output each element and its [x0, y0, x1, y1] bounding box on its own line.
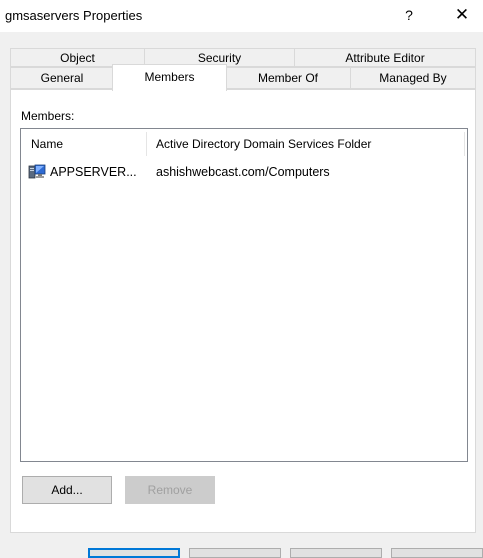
window-title: gmsaservers Properties	[5, 8, 143, 23]
title-bar: gmsaservers Properties ? ✕	[0, 0, 483, 32]
tab-members[interactable]: Members	[112, 64, 227, 91]
members-list[interactable]: Name Active Directory Domain Services Fo…	[20, 128, 468, 462]
help-button[interactable]: ?	[398, 4, 420, 26]
add-button[interactable]: Add...	[22, 476, 112, 504]
ok-button[interactable]	[88, 548, 180, 558]
tab-general[interactable]: General	[10, 67, 114, 89]
apply-button[interactable]	[290, 548, 382, 558]
tab-member-of[interactable]: Member Of	[225, 67, 351, 89]
tab-attribute-editor[interactable]: Attribute Editor	[294, 48, 476, 67]
computer-icon	[27, 163, 47, 181]
help-bottom-button[interactable]	[391, 548, 483, 558]
list-item[interactable]: APPSERVER... ashishwebcast.com/Computers	[21, 163, 467, 181]
cancel-button[interactable]	[189, 548, 281, 558]
column-header-name[interactable]: Name	[31, 129, 141, 159]
column-divider[interactable]	[464, 132, 465, 156]
column-header-folder[interactable]: Active Directory Domain Services Folder	[156, 129, 456, 159]
tab-managed-by[interactable]: Managed By	[350, 67, 476, 89]
members-label: Members:	[21, 109, 75, 123]
column-divider[interactable]	[146, 132, 147, 156]
close-button[interactable]: ✕	[450, 3, 474, 27]
remove-button[interactable]: Remove	[125, 476, 215, 504]
member-name: APPSERVER...	[50, 165, 137, 179]
member-folder: ashishwebcast.com/Computers	[156, 165, 330, 179]
